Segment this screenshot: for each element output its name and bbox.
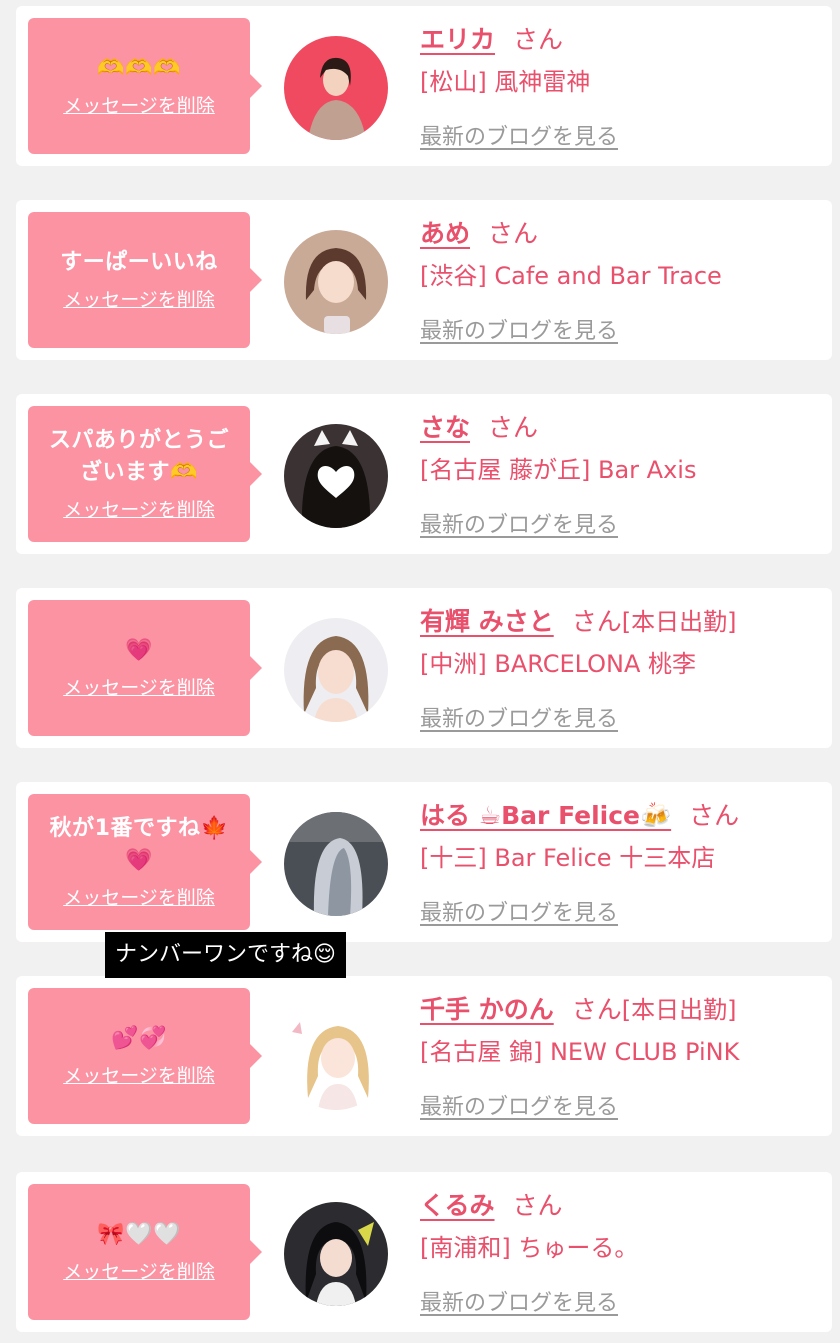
delete-message-link[interactable]: メッセージを削除: [63, 675, 215, 701]
avatar[interactable]: [284, 36, 388, 140]
message-text: 💗: [125, 638, 153, 663]
latest-blog-link[interactable]: 最新のブログを見る: [420, 510, 618, 542]
latest-blog-link[interactable]: 最新のブログを見る: [420, 704, 618, 736]
name-row: 有輝 みさと さん[本日出勤]: [420, 602, 820, 642]
message-text: 秋が1番ですね🍁💗: [49, 816, 229, 873]
user-name-link[interactable]: エリカ: [420, 25, 495, 54]
message-card: すーぱーいいね メッセージを削除 あめ さん [渋谷] Cafe and Bar …: [16, 200, 832, 360]
latest-blog-link[interactable]: 最新のブログを見る: [420, 898, 618, 930]
shop-label: [松山] 風神雷神: [420, 68, 591, 96]
delete-message-link[interactable]: メッセージを削除: [63, 1259, 215, 1285]
message-bubble: 🫶🫶🫶 メッセージを削除: [28, 18, 262, 154]
avatar[interactable]: [284, 424, 388, 528]
message-text: 🫶🫶🫶: [97, 56, 181, 81]
shop-label: [渋谷] Cafe and Bar Trace: [420, 262, 722, 290]
user-name-link[interactable]: 千手 かのん: [420, 995, 554, 1024]
latest-blog-link[interactable]: 最新のブログを見る: [420, 1288, 618, 1320]
shop-label: [名古屋 錦] NEW CLUB PiNK: [420, 1038, 740, 1066]
honorific: さん: [571, 607, 622, 636]
name-row: くるみ さん: [420, 1186, 820, 1226]
avatar[interactable]: [284, 812, 388, 916]
shop-label: [名古屋 藤が丘] Bar Axis: [420, 456, 697, 484]
status-label: [本日出勤]: [621, 996, 737, 1024]
message-card: スパありがとうございます🫶 メッセージを削除 さな さん [名古屋 藤が丘] Ba…: [16, 394, 832, 554]
message-text: すーぱーいいね: [60, 250, 218, 275]
shop-label: [中洲] BARCELONA 桃李: [420, 650, 697, 678]
message-text: スパありがとうございます🫶: [48, 428, 229, 485]
message-bubble: 💕💞 メッセージを削除: [28, 988, 262, 1124]
message-card: 💗 メッセージを削除 有輝 みさと さん[本日出勤] [中洲] BARCELONA…: [16, 588, 832, 748]
latest-blog-link[interactable]: 最新のブログを見る: [420, 122, 618, 154]
user-name-link[interactable]: はる ☕Bar Felice🍻: [420, 801, 671, 830]
shop-label: [南浦和] ちゅーる。: [420, 1234, 639, 1262]
delete-message-link[interactable]: メッセージを削除: [63, 93, 215, 119]
user-name-link[interactable]: 有輝 みさと: [420, 607, 554, 636]
user-name-link[interactable]: あめ: [420, 219, 470, 248]
name-row: はる ☕Bar Felice🍻 さん: [420, 796, 820, 836]
avatar[interactable]: [284, 1006, 388, 1110]
honorific: さん: [689, 801, 740, 830]
message-card: 💕💞 メッセージを削除 千手 かのん さん[本日出勤] [名古屋 錦] NEW C…: [16, 976, 832, 1136]
latest-blog-link[interactable]: 最新のブログを見る: [420, 1092, 618, 1124]
avatar[interactable]: [284, 618, 388, 722]
honorific: さん: [513, 25, 564, 54]
delete-message-link[interactable]: メッセージを削除: [63, 885, 215, 911]
message-text: 💕💞: [111, 1026, 167, 1051]
message-bubble: 🎀🤍🤍 メッセージを削除: [28, 1184, 262, 1320]
message-bubble: すーぱーいいね メッセージを削除: [28, 212, 262, 348]
delete-message-link[interactable]: メッセージを削除: [63, 1063, 215, 1089]
name-row: エリカ さん: [420, 20, 820, 60]
user-name-link[interactable]: さな: [420, 413, 470, 442]
message-bubble: 💗 メッセージを削除: [28, 600, 262, 736]
name-row: さな さん: [420, 408, 820, 448]
honorific: さん: [571, 995, 622, 1024]
message-card: 🫶🫶🫶 メッセージを削除 エリカ さん [松山] 風神雷神 最新のブログを見る: [16, 6, 832, 166]
user-name-link[interactable]: くるみ: [420, 1191, 495, 1220]
shop-label: [十三] Bar Felice 十三本店: [420, 844, 716, 872]
tooltip: ナンバーワンですね😌: [105, 932, 346, 978]
message-bubble: スパありがとうございます🫶 メッセージを削除: [28, 406, 262, 542]
honorific: さん: [488, 219, 539, 248]
name-row: 千手 かのん さん[本日出勤]: [420, 990, 820, 1030]
delete-message-link[interactable]: メッセージを削除: [63, 287, 215, 313]
avatar[interactable]: [284, 230, 388, 334]
message-bubble: 秋が1番ですね🍁💗 メッセージを削除: [28, 794, 262, 930]
honorific: さん: [488, 413, 539, 442]
latest-blog-link[interactable]: 最新のブログを見る: [420, 316, 618, 348]
honorific: さん: [512, 1191, 563, 1220]
status-label: [本日出勤]: [621, 608, 737, 636]
message-card: 秋が1番ですね🍁💗 メッセージを削除 はる ☕Bar Felice🍻 さん [十三…: [16, 782, 832, 942]
message-text: 🎀🤍🤍: [97, 1222, 181, 1247]
name-row: あめ さん: [420, 214, 820, 254]
avatar[interactable]: [284, 1202, 388, 1306]
message-card: 🎀🤍🤍 メッセージを削除 くるみ さん [南浦和] ちゅーる。 最新のブログを見る: [16, 1172, 832, 1332]
delete-message-link[interactable]: メッセージを削除: [63, 497, 215, 523]
